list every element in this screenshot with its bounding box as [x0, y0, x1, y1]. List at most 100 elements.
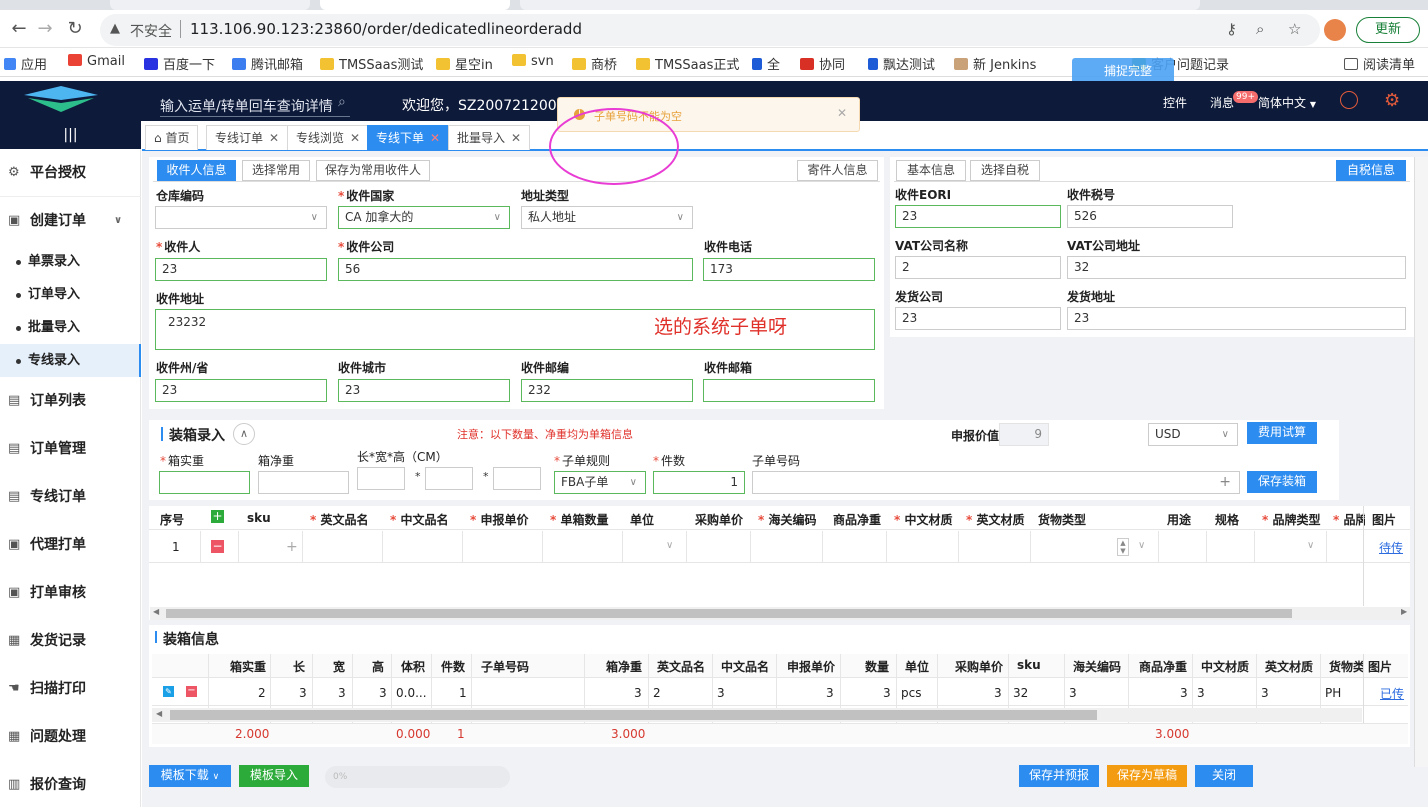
net-weight-input[interactable] — [258, 471, 349, 494]
tab-dedicated-orders[interactable]: 专线订单 ✕ — [206, 125, 289, 150]
star-icon[interactable]: ☆ — [1288, 20, 1301, 38]
bookmark-item[interactable]: 全 — [752, 54, 780, 73]
bookmark-folder[interactable]: TMSSaas测试 — [320, 54, 423, 73]
close-button[interactable]: 关闭 — [1195, 765, 1253, 787]
url-bar[interactable]: ▲ 不安全 113.106.90.123:23860/order/dedicat… — [100, 14, 1320, 46]
uploaded-link[interactable]: 已传 — [1380, 685, 1404, 702]
plus-icon[interactable]: + — [286, 539, 298, 555]
city-input[interactable]: 23 — [338, 379, 510, 402]
bookmark-jenkins[interactable]: 新 Jenkins — [954, 54, 1036, 73]
vat-address-input[interactable]: 32 — [1067, 256, 1406, 279]
forward-icon[interactable]: → — [34, 18, 56, 40]
tab-dedicated-place-order[interactable]: 专线下单 ✕ — [367, 125, 450, 150]
avatar[interactable] — [1324, 19, 1346, 41]
collapse-icon[interactable]: ∧ — [233, 423, 255, 445]
length-input[interactable] — [357, 467, 405, 490]
controls-link[interactable]: 控件 — [1163, 94, 1187, 111]
chevron-down-icon[interactable]: ∨ — [1307, 540, 1314, 551]
sidebar-item-order-import[interactable]: 订单导入 — [0, 278, 141, 311]
pieces-input[interactable]: 1 — [653, 471, 745, 494]
zoom-icon[interactable]: ⌕ — [1256, 20, 1264, 38]
tab-dedicated-browse[interactable]: 专线浏览 ✕ — [287, 125, 370, 150]
sub-rule-select[interactable]: FBA子单 ∨ — [554, 471, 646, 494]
bookmark-folder[interactable]: svn — [512, 54, 554, 69]
eori-input[interactable]: 23 — [895, 205, 1061, 228]
warehouse-select[interactable]: ∨ — [155, 206, 327, 229]
search-input[interactable]: 输入运单/转单回车查询详情 — [160, 96, 350, 117]
bookmark-folder[interactable]: TMSSaas正式 — [636, 54, 739, 73]
receiver-company-input[interactable]: 56 — [338, 258, 693, 281]
scrollbar-thumb[interactable] — [166, 609, 1292, 618]
sidebar-item-order-list[interactable]: ▤ 订单列表 — [0, 377, 141, 425]
save-and-forecast-button[interactable]: 保存并预报 — [1019, 765, 1099, 787]
tab-tax-info[interactable]: 自税信息 — [1336, 160, 1406, 181]
tab-home[interactable]: ⌂ 首页 — [145, 125, 199, 150]
gross-weight-input[interactable] — [159, 471, 250, 494]
bookmark-item[interactable]: 飘达测试 — [868, 54, 935, 73]
language-select[interactable]: 简体中文 ▼ — [1258, 94, 1316, 111]
vat-company-input[interactable]: 2 — [895, 256, 1061, 279]
select-common-button[interactable]: 选择常用 — [242, 160, 310, 181]
browser-tab-active[interactable] — [320, 0, 510, 10]
edit-icon[interactable]: ✎ — [163, 686, 174, 697]
stepper-icon[interactable]: ▲ ▼ — [1117, 538, 1129, 556]
email-input[interactable] — [703, 379, 875, 402]
template-import-button[interactable]: 模板导入 — [239, 765, 309, 787]
back-icon[interactable]: ← — [8, 18, 30, 40]
fee-estimate-button[interactable]: 费用试算 — [1247, 422, 1317, 444]
sidebar-item-shipping-record[interactable]: ▦ 发货记录 — [0, 617, 141, 665]
ship-company-input[interactable]: 23 — [895, 307, 1061, 330]
sidebar-item-dedicated-entry[interactable]: 专线录入 — [0, 344, 141, 377]
tab-batch-import[interactable]: 批量导入 ✕ — [448, 125, 531, 150]
save-packing-button[interactable]: 保存装箱 — [1247, 471, 1317, 493]
browser-tab[interactable] — [520, 0, 1200, 10]
bookmark-baidu[interactable]: 百度一下 — [144, 54, 215, 73]
delete-row-icon[interactable]: − — [211, 540, 224, 553]
tab-receiver-info[interactable]: 收件人信息 — [157, 160, 236, 181]
bookmark-apps[interactable]: 应用 — [4, 54, 47, 73]
save-common-receiver-button[interactable]: 保存为常用收件人 — [316, 160, 430, 181]
chevron-down-icon[interactable]: ∨ — [666, 540, 673, 551]
bookmark-reading-list[interactable]: 阅读清单 — [1344, 54, 1415, 73]
gear-icon[interactable]: ⚙ — [1384, 90, 1400, 111]
reload-icon[interactable]: ↻ — [64, 18, 86, 40]
country-select[interactable]: CA 加拿大的 ∨ — [338, 206, 510, 229]
state-input[interactable]: 23 — [155, 379, 327, 402]
sidebar-item-order-manage[interactable]: ▤ 订单管理 — [0, 425, 141, 473]
close-icon[interactable]: ✕ — [430, 131, 440, 145]
sidebar-item-platform-auth[interactable]: ⚙ 平台授权 — [0, 149, 141, 197]
messages-link[interactable]: 消息 — [1210, 94, 1234, 111]
template-download-button[interactable]: 模板下载 ∨ — [149, 765, 231, 787]
sidebar-item-agent-print[interactable]: ▣ 代理打单 — [0, 521, 141, 569]
height-input[interactable] — [493, 467, 541, 490]
currency-select[interactable]: USD ∨ — [1148, 423, 1238, 446]
declared-value-input[interactable]: 9 — [999, 423, 1049, 446]
receiver-phone-input[interactable]: 173 — [703, 258, 875, 281]
bookmark-folder[interactable]: 星空in — [436, 54, 493, 73]
receiver-name-input[interactable]: 23 — [155, 258, 327, 281]
ship-address-input[interactable]: 23 — [1067, 307, 1406, 330]
sidebar-item-single-entry[interactable]: 单票录入 — [0, 245, 141, 278]
close-icon[interactable]: ✕ — [350, 131, 360, 145]
bookmark-folder[interactable]: 商桥 — [572, 54, 617, 73]
close-icon[interactable]: ✕ — [269, 131, 279, 145]
sidebar-item-quote-query[interactable]: ▥ 报价查询 — [0, 761, 141, 809]
upload-link[interactable]: 待传 — [1379, 539, 1403, 556]
sidebar-item-scan-print[interactable]: ☚ 扫描打印 — [0, 665, 141, 713]
tax-no-input[interactable]: 526 — [1067, 205, 1233, 228]
tab-basic-info[interactable]: 基本信息 — [896, 160, 966, 181]
close-icon[interactable]: ✕ — [837, 106, 847, 120]
scroll-left-icon[interactable]: ◀ — [156, 709, 162, 718]
add-row-icon[interactable]: + — [211, 510, 224, 523]
scroll-right-icon[interactable]: ▶ — [1401, 607, 1407, 616]
address-type-select[interactable]: 私人地址 ∨ — [521, 206, 693, 229]
browser-tab[interactable] — [110, 0, 310, 10]
sidebar-item-dedicated-order[interactable]: ▤ 专线订单 — [0, 473, 141, 521]
bookmark-item[interactable]: 协同 — [800, 54, 845, 73]
user-icon[interactable] — [1340, 91, 1358, 109]
scroll-left-icon[interactable]: ◀ — [153, 607, 159, 616]
sidebar-item-create-order[interactable]: ▣ 创建订单 ∨ — [0, 197, 141, 245]
sub-number-input[interactable]: + — [752, 471, 1240, 494]
select-tax-button[interactable]: 选择自税 — [970, 160, 1040, 181]
scrollbar-thumb[interactable] — [170, 710, 1097, 720]
